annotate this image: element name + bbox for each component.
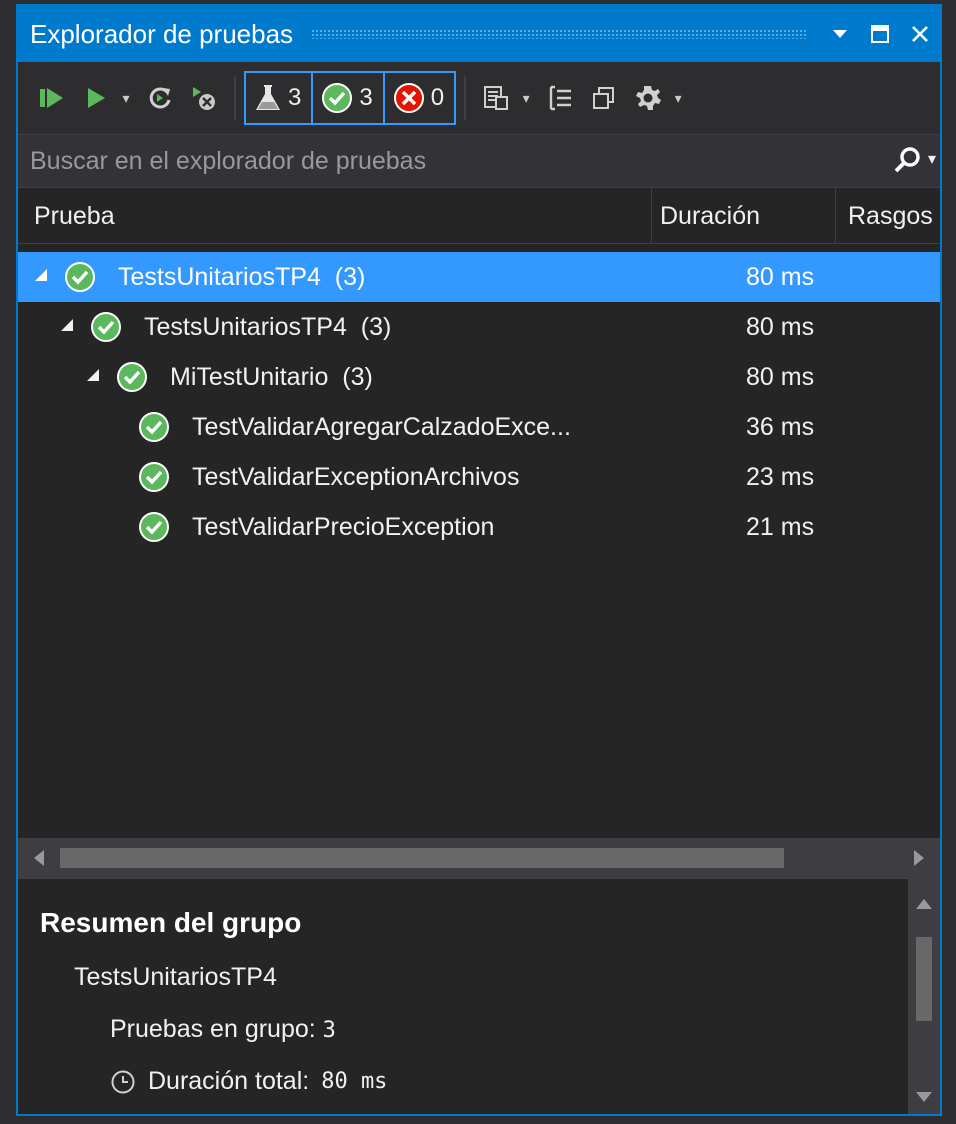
tree-row-namespace[interactable]: TestsUnitariosTP4 (3) 80 ms [18, 302, 940, 352]
search-dropdown-icon[interactable]: ▾ [928, 149, 936, 169]
passed-tests-filter[interactable]: 3 [313, 71, 385, 125]
column-header-test[interactable]: Prueba [18, 188, 652, 244]
test-explorer-window: Explorador de pruebas ▾ 3 3 0 ▾ ▾ Buscar… [16, 4, 942, 1116]
passed-check-icon [322, 83, 353, 113]
window-title: Explorador de pruebas [30, 18, 294, 49]
run-dropdown-icon[interactable]: ▾ [118, 90, 134, 107]
tree-row-duration: 21 ms [746, 513, 815, 541]
tree-row-project[interactable]: TestsUnitariosTP4 (3) 80 ms [18, 252, 940, 302]
horizontal-scrollbar[interactable] [18, 838, 940, 878]
summary-group-name: TestsUnitariosTP4 [74, 963, 277, 991]
passed-check-icon [117, 362, 147, 392]
summary-vertical-scrollbar[interactable] [908, 879, 940, 1114]
group-summary-panel: Resumen del grupo TestsUnitariosTP4 Prue… [18, 878, 940, 1114]
passed-check-icon [139, 412, 169, 442]
passed-check-icon [65, 262, 95, 292]
toolbar-separator [234, 76, 236, 120]
toolbar-separator [464, 76, 467, 120]
rerun-icon[interactable] [138, 76, 182, 120]
run-all-icon[interactable] [30, 76, 74, 120]
failed-count: 0 [430, 84, 445, 111]
playlist-icon[interactable] [474, 76, 518, 120]
tree-row-duration: 36 ms [746, 413, 815, 441]
close-icon[interactable] [900, 6, 940, 62]
playlist-dropdown-icon[interactable]: ▾ [518, 90, 534, 107]
column-header-traits[interactable]: Rasgos [836, 188, 942, 244]
window-dropdown-icon[interactable] [820, 6, 860, 62]
scroll-left-icon[interactable] [32, 848, 46, 868]
scroll-up-icon[interactable] [914, 897, 934, 911]
tree-row-duration: 23 ms [746, 463, 815, 491]
test-tree: TestsUnitariosTP4 (3) 80 ms TestsUnitari… [18, 244, 940, 838]
settings-dropdown-icon[interactable]: ▾ [670, 90, 686, 107]
tree-row-label: TestsUnitariosTP4 (3) [144, 313, 392, 341]
total-count: 3 [288, 84, 302, 111]
expanded-arrow-icon[interactable] [60, 318, 74, 332]
tree-row-duration: 80 ms [746, 363, 815, 391]
tree-row-test[interactable]: TestValidarPrecioException 21 ms [18, 502, 940, 552]
search-bar: ▾ [18, 134, 940, 188]
tree-row-class[interactable]: MiTestUnitario (3) 80 ms [18, 352, 940, 402]
failed-x-icon [393, 83, 424, 113]
group-by-icon[interactable] [538, 76, 582, 120]
tree-row-duration: 80 ms [746, 313, 815, 341]
passed-count: 3 [359, 84, 373, 111]
passed-check-icon [91, 312, 121, 342]
scroll-down-icon[interactable] [914, 1090, 934, 1104]
flask-icon [256, 85, 280, 110]
summary-total-duration: Duración total: 80 ms [110, 1067, 387, 1096]
tree-row-label: TestValidarPrecioException [192, 513, 495, 541]
tree-row-duration: 80 ms [746, 263, 815, 291]
tree-row-label: TestValidarAgregarCalzadoExce... [192, 413, 571, 441]
drag-grip[interactable] [311, 29, 806, 39]
summary-tests-count: Pruebas en grupo: 3 [110, 1015, 336, 1043]
title-bar: Explorador de pruebas [18, 6, 940, 62]
tree-row-label: TestsUnitariosTP4 (3) [118, 263, 366, 291]
search-input[interactable] [18, 135, 858, 187]
copy-icon[interactable] [582, 76, 626, 120]
vertical-scroll-thumb[interactable] [916, 937, 932, 1021]
search-icon[interactable] [892, 145, 922, 180]
expanded-arrow-icon[interactable] [34, 268, 48, 282]
gear-icon[interactable] [626, 76, 670, 120]
passed-check-icon [139, 462, 169, 492]
horizontal-scroll-thumb[interactable] [60, 848, 784, 868]
total-tests-filter[interactable]: 3 [244, 71, 314, 125]
tree-row-label: TestValidarExceptionArchivos [192, 463, 520, 491]
passed-check-icon [139, 512, 169, 542]
clock-icon [111, 1070, 135, 1093]
run-icon[interactable] [74, 76, 118, 120]
column-headers: Prueba Duración Rasgos [18, 188, 940, 244]
tree-row-label: MiTestUnitario (3) [170, 363, 373, 391]
column-header-duration[interactable]: Duración [652, 188, 836, 244]
tree-row-test[interactable]: TestValidarAgregarCalzadoExce... 36 ms [18, 402, 940, 452]
failed-tests-filter[interactable]: 0 [384, 71, 457, 125]
maximize-icon[interactable] [860, 6, 900, 62]
cancel-run-icon[interactable] [182, 76, 226, 120]
expanded-arrow-icon[interactable] [86, 368, 100, 382]
scroll-right-icon[interactable] [912, 848, 926, 868]
toolbar: ▾ 3 3 0 ▾ ▾ [18, 62, 940, 134]
tree-row-test[interactable]: TestValidarExceptionArchivos 23 ms [18, 452, 940, 502]
summary-heading: Resumen del grupo [40, 907, 302, 938]
